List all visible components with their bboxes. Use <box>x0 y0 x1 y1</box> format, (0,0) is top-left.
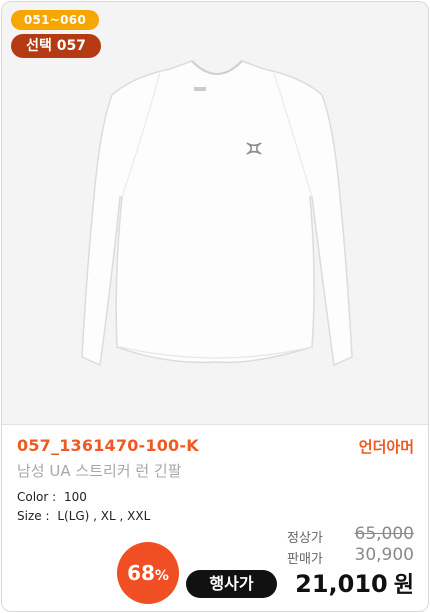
selection-badge: 선택 057 <box>11 34 101 58</box>
product-code: 057_1361470-100-K <box>17 436 199 455</box>
brand-name: 언더아머 <box>358 438 414 456</box>
product-card[interactable]: 051~060 선택 057 057_1361470-100-K 언더아머 남성… <box>1 1 429 612</box>
currency-unit: 원 <box>393 573 414 598</box>
discount-value: 68 <box>127 561 155 585</box>
product-image[interactable] <box>2 2 428 425</box>
size-value: L(LG) , XL , XXL <box>57 509 151 523</box>
sale-price-label: 판매가 <box>287 552 323 567</box>
color-spec: Color : 100 <box>17 490 87 504</box>
sale-price: 30,900 <box>354 545 414 565</box>
product-name[interactable]: 남성 UA 스트리커 런 긴팔 <box>17 460 182 481</box>
event-price: 21,010 원 <box>295 567 414 599</box>
under-armour-logo-icon <box>246 142 262 155</box>
original-price: 65,000 <box>354 524 414 544</box>
original-price-label: 정상가 <box>287 531 323 546</box>
size-label: Size : <box>17 509 50 523</box>
color-value: 100 <box>64 490 87 504</box>
event-price-label: 행사가 <box>186 570 277 598</box>
shirt-image <box>81 60 353 367</box>
discount-badge: 68% <box>117 542 179 604</box>
size-spec: Size : L(LG) , XL , XXL <box>17 509 150 523</box>
discount-unit: % <box>154 568 169 584</box>
range-badge: 051~060 <box>11 10 99 30</box>
event-price-value: 21,010 <box>295 570 388 598</box>
color-label: Color : <box>17 490 57 504</box>
